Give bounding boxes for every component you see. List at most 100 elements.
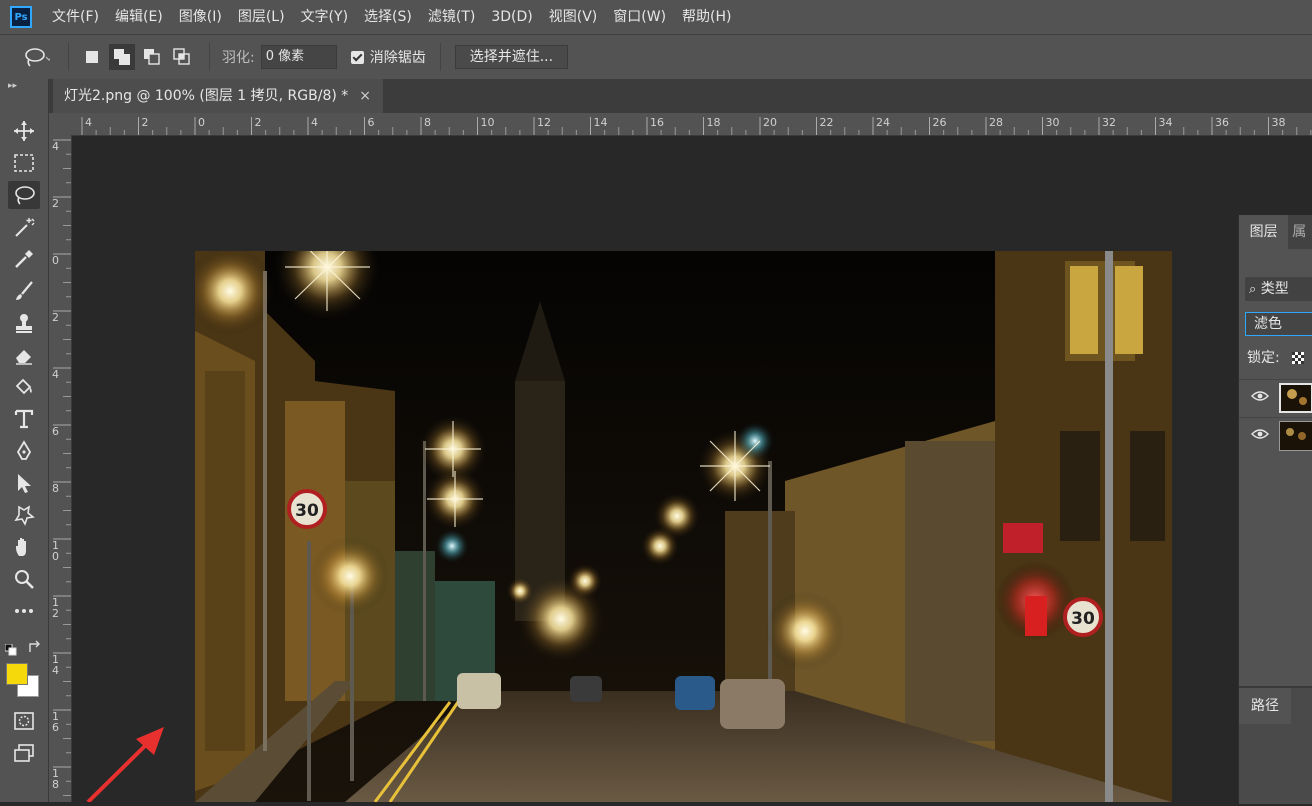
menu-type[interactable]: 文字(Y) [293, 0, 356, 34]
path-selection-tool[interactable] [8, 469, 40, 497]
menu-file[interactable]: 文件(F) [44, 0, 107, 34]
lasso-tool[interactable] [8, 181, 40, 209]
layer-thumbnail [1279, 421, 1312, 451]
brush-tool[interactable] [8, 277, 40, 305]
intersect-selection-button[interactable] [169, 44, 195, 70]
ruler-label: 2 [52, 607, 59, 620]
marquee-tool[interactable] [8, 149, 40, 177]
antialias-checkbox[interactable] [350, 50, 364, 64]
lasso-preset-button[interactable] [22, 46, 50, 68]
menu-help[interactable]: 帮助(H) [674, 0, 739, 34]
speed-sign-text-right: 30 [1071, 609, 1095, 629]
layer-filter[interactable]: ⌕ 类型 [1245, 277, 1312, 301]
add-selection-button[interactable] [109, 44, 135, 70]
horizontal-ruler: 4 2 0 2 4 6 8 10 12 14 16 18 20 22 24 26 28 30 32 34 36 38 [72, 113, 1312, 136]
document-image[interactable]: 30 30 [195, 251, 1172, 802]
lock-label: 锁定: [1247, 350, 1280, 366]
ruler-label: 12 [537, 116, 551, 129]
paint-bucket-tool[interactable] [8, 373, 40, 401]
hand-tool[interactable] [8, 533, 40, 561]
ruler-label: 4 [311, 116, 318, 129]
ruler-label: 4 [52, 664, 59, 677]
path-selection-icon [18, 474, 31, 493]
blend-mode-select[interactable]: 滤色 [1245, 312, 1312, 336]
ruler-label: 22 [820, 116, 834, 129]
paths-panel: 路径 [1239, 686, 1312, 804]
document-tab[interactable]: 灯光2.png @ 100% (图层 1 拷贝, RGB/8) * × [53, 79, 383, 113]
lock-row: 锁定: [1247, 347, 1305, 367]
subtract-selection-icon [144, 49, 160, 65]
ruler-label: 10 [481, 116, 495, 129]
stamp-icon [16, 314, 32, 333]
tab-paths[interactable]: 路径 [1239, 688, 1291, 724]
menu-edit[interactable]: 编辑(E) [107, 0, 171, 34]
default-colors-icon[interactable] [4, 641, 17, 660]
collapse-icon[interactable]: ▸▸ [8, 81, 17, 91]
ruler-label: 2 [52, 311, 59, 324]
eraser-tool[interactable] [8, 341, 40, 369]
layer-row[interactable] [1239, 379, 1312, 416]
ruler-label: 4 [85, 116, 92, 129]
menu-filter[interactable]: 滤镜(T) [420, 0, 483, 34]
menu-3d[interactable]: 3D(D) [483, 0, 540, 34]
ruler-label: 6 [52, 425, 59, 438]
add-selection-icon [114, 49, 130, 65]
hand-icon [16, 538, 26, 556]
new-selection-button[interactable] [79, 44, 105, 70]
shape-tool[interactable] [8, 501, 40, 529]
ruler-label: 8 [52, 482, 59, 495]
quick-mask-icon [14, 712, 34, 730]
stamp-tool[interactable] [8, 309, 40, 337]
move-tool[interactable] [8, 117, 40, 145]
quick-mask-button[interactable] [8, 707, 40, 735]
lasso-icon [15, 186, 35, 205]
layer-filter-label: 类型 [1260, 281, 1289, 297]
ellipsis-icon [15, 609, 33, 613]
night-street-photo: 30 30 [195, 251, 1172, 802]
tab-properties[interactable]: 属 [1288, 215, 1312, 249]
tab-layers[interactable]: 图层 [1239, 215, 1289, 249]
swap-colors-icon[interactable] [28, 639, 42, 658]
separator [68, 43, 69, 71]
screen-mode-button[interactable] [8, 739, 40, 767]
ruler-label: 6 [52, 721, 59, 734]
red-arrow-annotation [86, 727, 164, 802]
more-tools-button[interactable] [8, 597, 40, 625]
visibility-eye-icon[interactable] [1251, 428, 1269, 440]
ruler-label: 4 [52, 368, 59, 381]
feather-label: 羽化: [222, 50, 255, 66]
pen-tool[interactable] [8, 437, 40, 465]
select-and-mask-button[interactable]: 选择并遮住... [454, 45, 569, 69]
layers-panel: 图层 属 ⌕ 类型 滤色 锁定: 路径 [1238, 215, 1312, 804]
feather-input[interactable]: 0 像素 [260, 45, 337, 69]
separator [439, 43, 441, 71]
magic-wand-tool[interactable] [8, 213, 40, 241]
ruler-label: 4 [52, 140, 59, 153]
brush-icon [16, 281, 33, 300]
paint-bucket-icon [15, 378, 32, 395]
photoshop-logo: Ps [10, 6, 32, 28]
ruler-label: 18 [707, 116, 721, 129]
ruler-label: 34 [1159, 116, 1173, 129]
ruler-label: 14 [594, 116, 608, 129]
visibility-eye-icon[interactable] [1251, 390, 1269, 402]
ruler-label: 24 [876, 116, 890, 129]
subtract-selection-button[interactable] [139, 44, 165, 70]
zoom-tool[interactable] [8, 565, 40, 593]
ruler-label: 28 [989, 116, 1003, 129]
shape-icon [14, 505, 35, 526]
magic-wand-icon [15, 218, 35, 237]
lock-transparency-icon[interactable] [1292, 352, 1305, 364]
ruler-label: 0 [52, 550, 59, 563]
layer-row[interactable] [1239, 417, 1312, 454]
menu-view[interactable]: 视图(V) [541, 0, 606, 34]
menu-image[interactable]: 图像(I) [171, 0, 230, 34]
type-tool[interactable] [8, 405, 40, 433]
menu-layer[interactable]: 图层(L) [230, 0, 293, 34]
eyedropper-tool[interactable] [8, 245, 40, 273]
menu-window[interactable]: 窗口(W) [605, 0, 674, 34]
close-icon[interactable]: × [359, 79, 371, 113]
menu-select[interactable]: 选择(S) [356, 0, 420, 34]
foreground-color-swatch[interactable] [6, 663, 28, 685]
marquee-icon [14, 154, 34, 172]
